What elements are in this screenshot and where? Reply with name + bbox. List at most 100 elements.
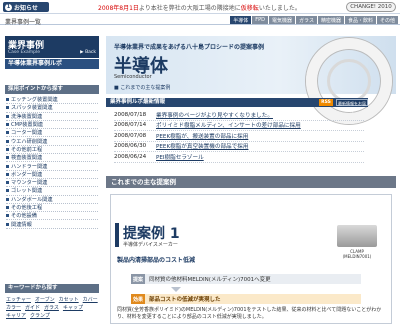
notice-highlight: 仮移転 [240, 5, 259, 12]
sidebar-item-etching[interactable]: エッチング装置関連 [6, 96, 98, 105]
hero-title-en: Semiconductor [114, 74, 152, 80]
news-row: 2008/07/14 ポリイミド樹脂メルディン、インサートの差け部品に採用 [114, 121, 364, 131]
hero-banner: 半導体業界で成果をあげる八十島プロシードの提案事例 半導体 Semiconduc… [106, 36, 396, 124]
keyword-link[interactable]: キャップ [63, 304, 83, 311]
nav-food[interactable]: 食品・飲料 [344, 16, 376, 24]
sidebar-item-label: 洗浄装置関連 [11, 113, 43, 120]
hero-sub-link[interactable]: これまでの主な提案例 [114, 84, 170, 91]
keyword-section-header: キーワードから探す [5, 284, 99, 293]
news-date: 2008/06/30 [114, 143, 147, 150]
sidebar-header: 業界事例 Case Example ▶ Back [5, 36, 99, 58]
sidebar-item-label: ハンダボール関連 [11, 196, 53, 203]
sidebar-item-equipment[interactable]: その他設備 [6, 212, 98, 221]
sidebar-item-label: ボンダー関連 [11, 171, 43, 178]
back-link[interactable]: ▶ Back [80, 50, 96, 55]
bullet-icon [6, 181, 9, 185]
sidebar-item-cleaning[interactable]: 洗浄装置関連 [6, 113, 98, 121]
bullet-icon [6, 156, 9, 160]
notice-body: より本社を弊社の大阪工場の隣接地に [138, 5, 241, 12]
notice-date: 2008年8月1日 [98, 5, 139, 12]
case-box: 提案例 1 半導体デバイスメーカー 製品内清掃部品のコスト低減 CLAMP (M… [110, 194, 392, 324]
news-link[interactable]: PEEK樹脂が真空装置機の部品で採用 [156, 142, 248, 150]
sidebar-item-sputter[interactable]: スパッタ装置関連 [6, 104, 98, 113]
keyword-link[interactable]: カセット [59, 296, 79, 303]
sidebar-item-solder-ball[interactable]: ハンダボール関連 [6, 196, 98, 204]
sidebar-item-label: CMP装置関連 [11, 122, 43, 129]
news-link[interactable]: PEEK樹脂が、搬送装置の部品に採用 [156, 132, 248, 140]
sidebar-item-inspection[interactable]: 検査装置関連 [6, 154, 98, 163]
keyword-link[interactable]: エッチャー [6, 296, 31, 303]
news-link[interactable]: PEI樹脂セラゾール [156, 153, 204, 161]
keyword-link[interactable]: ガイド [25, 304, 40, 311]
sidebar-item-label: 関連情報 [11, 221, 32, 228]
sidebar-list: エッチング装置関連 スパッタ装置関連 洗浄装置関連 CMP装置関連 コーター関連… [6, 96, 98, 229]
sidebar-item-label: その他後工程 [11, 205, 43, 211]
news-link[interactable]: ポリイミド樹脂メルディン、インサートの差け部品に採用 [156, 121, 301, 129]
proposal-tag: 提案 [131, 274, 145, 284]
sidebar-item-collet[interactable]: ゴレット関連 [6, 187, 98, 196]
sidebar-item-related[interactable]: 関連情報 [6, 220, 98, 229]
news-row: 2008/07/08 PEEK樹脂が、搬送装置の部品に採用 [114, 131, 364, 142]
notice-text[interactable]: 2008年8月1日より本社を弊社の大阪工場の隣接地に仮移転いたしました。 [98, 3, 301, 12]
sidebar-item-bonder[interactable]: ボンダー関連 [6, 171, 98, 179]
bullet-icon [6, 197, 9, 201]
notice-badge[interactable]: 1 お知らせ [3, 2, 49, 12]
news-list: 2008/07/18 業界事例のページがより見やすくなりました。 2008/07… [114, 110, 364, 163]
notice-bar: 1 お知らせ 2008年8月1日より本社を弊社の大阪工場の隣接地に仮移転いたしま… [0, 0, 400, 14]
bullet-icon [6, 123, 9, 127]
bullet-icon [6, 172, 9, 176]
sidebar-item-label: マウンター関連 [11, 180, 48, 187]
sidebar-item-back-other[interactable]: その他後工程 [6, 204, 98, 213]
sidebar-item-wafer[interactable]: ウエハ研削関連 [6, 137, 98, 146]
main-content: 半導体業界で成果をあげる八十島プロシードの提案事例 半導体 Semiconduc… [106, 28, 396, 324]
keyword-link[interactable]: カバー [83, 296, 98, 303]
keyword-link[interactable]: カラー [6, 304, 21, 311]
header-bar: 業界事例一覧 半導体 FPD 電気機器 ガラス 精密機器 食品・飲料 その他 [0, 15, 400, 26]
news-link[interactable]: 業界事例のページがより見やすくなりました。 [156, 111, 273, 119]
sidebar-item-label: エッチング装置関連 [11, 97, 58, 104]
hero-tagline: 半導体業界で成果をあげる八十島プロシードの提案事例 [114, 44, 265, 51]
effect-text: 部品コストの低減が実現した [145, 294, 361, 304]
news-date: 2008/07/14 [114, 122, 147, 129]
bullet-icon [6, 189, 9, 193]
bullet-icon [6, 206, 9, 209]
product-caption-line2: (MELDIN7001) [342, 254, 372, 259]
sidebar-item-label: スパッタ装置関連 [11, 105, 53, 112]
nav-fpd[interactable]: FPD [252, 16, 269, 24]
news-date: 2008/06/24 [114, 153, 147, 160]
bullet-icon [6, 131, 9, 135]
news-row: 2008/07/18 業界事例のページがより見やすくなりました。 [114, 110, 364, 121]
sidebar-item-label: 検査装置関連 [11, 155, 43, 162]
notice-label: お知らせ [14, 4, 38, 12]
sidebar-item-handler[interactable]: ハンドラー関連 [6, 162, 98, 171]
nav-semiconductor[interactable]: 半導体 [230, 16, 252, 24]
nav-precision[interactable]: 精密機器 [317, 16, 344, 24]
sidebar-item-coater[interactable]: コーター関連 [6, 129, 98, 138]
notice-end: いたしました。 [258, 5, 301, 12]
keyword-grid: エッチャー オーブン カセット カバー カラー ガイド ガラス キャップ キャリ… [6, 296, 98, 319]
nav-electric[interactable]: 電気機器 [269, 16, 296, 24]
effect-tag: 効果 [131, 294, 145, 304]
nav-glass[interactable]: ガラス [296, 16, 317, 24]
news-date: 2008/07/18 [114, 111, 147, 118]
bullet-icon [6, 139, 9, 143]
subscribe-button[interactable]: 最新情報をお届け [336, 99, 368, 113]
sidebar-section-title[interactable]: 半導体業界事例ルポ [5, 59, 99, 69]
news-row: 2008/06/30 PEEK樹脂が真空装置機の部品で採用 [114, 142, 364, 152]
keyword-link[interactable]: キャリア [6, 312, 26, 319]
sidebar-item-cmp[interactable]: CMP装置関連 [6, 121, 98, 130]
nav-other[interactable]: その他 [376, 16, 398, 24]
change-logo[interactable]: CHANGE! 2010 [346, 2, 396, 12]
sidebar-item-front-other[interactable]: その他前工程 [6, 146, 98, 155]
keyword-link[interactable]: オーブン [35, 296, 55, 303]
sidebar-item-mounter[interactable]: マウンター関連 [6, 179, 98, 188]
bullet-icon [6, 147, 9, 151]
sidebar-item-label: その他設備 [11, 213, 37, 220]
breadcrumb[interactable]: 業界事例一覧 [5, 17, 41, 26]
product-image [337, 225, 377, 247]
keyword-link[interactable]: ガラス [44, 304, 59, 311]
case-category: 半導体デバイスメーカー [123, 242, 178, 248]
proposal-step: 提案 同材質の他材料MELDIN(メルディン)7001へ変更 [131, 273, 361, 285]
rss-button[interactable]: RSS [319, 99, 333, 106]
keyword-link[interactable]: クランプ [30, 312, 50, 319]
